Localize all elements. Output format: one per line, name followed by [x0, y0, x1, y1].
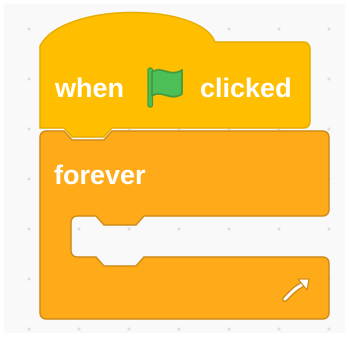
forever-label: forever: [54, 160, 146, 190]
clicked-label: clicked: [200, 73, 292, 103]
when-label: when: [55, 73, 125, 103]
script-stack[interactable]: [0, 0, 349, 337]
